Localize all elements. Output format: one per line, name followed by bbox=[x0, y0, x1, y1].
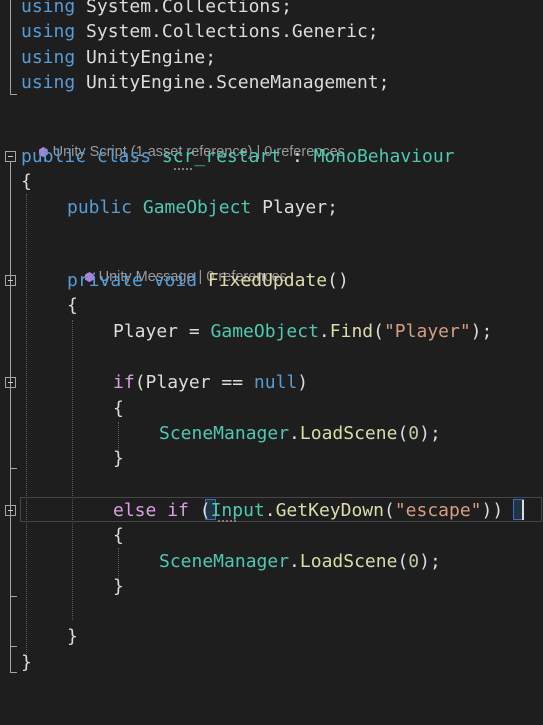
brace: { bbox=[113, 525, 124, 546]
keyword: private bbox=[67, 270, 143, 291]
namespace: UnityEngine; bbox=[75, 47, 217, 68]
number-literal: 0 bbox=[408, 551, 420, 572]
brace: } bbox=[67, 626, 78, 647]
method-name: FixedUpdate bbox=[207, 270, 328, 291]
namespace: UnityEngine.SceneManagement; bbox=[75, 72, 390, 93]
code-line[interactable]: using UnityEngine; bbox=[0, 45, 543, 70]
brace: } bbox=[113, 576, 124, 597]
punctuation: ); bbox=[419, 551, 441, 572]
punctuation: . bbox=[289, 551, 300, 572]
code-line[interactable]: if(Player == null) bbox=[0, 370, 543, 395]
namespace: System.Collections.Generic; bbox=[75, 21, 379, 42]
codelens-class[interactable]: ⬢ Unity Script (1 asset reference) | 0 re… bbox=[22, 122, 345, 160]
punctuation: ( bbox=[373, 321, 384, 342]
brace: } bbox=[21, 652, 32, 673]
base-type: MonoBehaviour bbox=[313, 146, 455, 167]
punctuation: ); bbox=[419, 423, 441, 444]
method-name: LoadScene bbox=[299, 423, 398, 444]
identifier: Player = bbox=[113, 321, 211, 342]
method-name: Find bbox=[329, 321, 374, 342]
code-editor[interactable]: using System.Collections; using System.C… bbox=[0, 0, 543, 686]
code-line[interactable]: } bbox=[0, 446, 543, 471]
class-name: scr_restart bbox=[161, 146, 282, 167]
punctuation: ) bbox=[481, 500, 493, 521]
condition: (Player == bbox=[134, 372, 254, 393]
number-literal: 0 bbox=[408, 423, 420, 444]
code-line[interactable]: { bbox=[0, 293, 543, 318]
brace: { bbox=[21, 171, 32, 192]
brace: { bbox=[113, 398, 124, 419]
punctuation: ( bbox=[199, 500, 211, 521]
control-keyword: else bbox=[113, 500, 157, 521]
keyword: class bbox=[86, 146, 162, 167]
punctuation: ); bbox=[470, 321, 493, 342]
method-name: LoadScene bbox=[299, 551, 398, 572]
code-line[interactable]: private void FixedUpdate() bbox=[0, 268, 543, 293]
keyword: using bbox=[21, 72, 76, 93]
code-line[interactable]: { bbox=[0, 523, 543, 548]
text-cursor bbox=[522, 500, 524, 520]
code-line[interactable]: SceneManager.LoadScene(0); bbox=[0, 421, 543, 446]
code-line[interactable]: public GameObject Player; bbox=[0, 195, 543, 220]
code-line[interactable]: { bbox=[0, 396, 543, 421]
keyword: using bbox=[21, 0, 76, 17]
keyword: using bbox=[21, 21, 76, 42]
punctuation: () bbox=[327, 270, 349, 291]
keyword: void bbox=[142, 270, 208, 291]
code-line[interactable]: using UnityEngine.SceneManagement; bbox=[0, 70, 543, 95]
namespace: System.Collections; bbox=[75, 0, 292, 17]
code-line[interactable]: } bbox=[0, 574, 543, 599]
suggestion-dots bbox=[218, 517, 236, 522]
punctuation: ) bbox=[492, 500, 504, 521]
string-literal: "Player" bbox=[383, 321, 471, 342]
field-name: Player; bbox=[251, 197, 338, 218]
type-name: SceneManager bbox=[159, 551, 290, 572]
keyword: public bbox=[21, 146, 87, 167]
control-keyword: if bbox=[156, 500, 189, 521]
punctuation: ( bbox=[397, 423, 409, 444]
code-line[interactable]: public class scr_restart : MonoBehaviour bbox=[0, 144, 543, 169]
code-line[interactable]: SceneManager.LoadScene(0); bbox=[0, 549, 543, 574]
type-name: GameObject bbox=[142, 197, 252, 218]
punctuation: ( bbox=[383, 500, 395, 521]
method-name: GetKeyDown bbox=[275, 500, 384, 521]
code-line[interactable]: } bbox=[0, 624, 543, 649]
keyword: null bbox=[253, 372, 298, 393]
code-line[interactable]: Player = GameObject.Find("Player"); bbox=[0, 319, 543, 344]
code-line[interactable]: } bbox=[0, 650, 543, 675]
punctuation: : bbox=[281, 146, 314, 167]
brace: } bbox=[113, 448, 124, 469]
punctuation: . bbox=[289, 423, 300, 444]
punctuation: ( bbox=[397, 551, 409, 572]
punctuation: . bbox=[318, 321, 330, 342]
brace: { bbox=[67, 295, 78, 316]
punctuation: . bbox=[264, 500, 276, 521]
punctuation: ) bbox=[297, 372, 309, 393]
code-line[interactable]: using System.Collections.Generic; bbox=[0, 19, 543, 44]
keyword: using bbox=[21, 47, 76, 68]
codelens-method[interactable]: ⬢ Unity Message | 0 references bbox=[68, 247, 287, 285]
code-line[interactable]: { bbox=[0, 169, 543, 194]
code-line[interactable]: else if (Input.GetKeyDown("escape")) bbox=[0, 498, 543, 523]
code-line[interactable]: using System.Collections; bbox=[0, 0, 543, 19]
keyword: public bbox=[67, 197, 133, 218]
type-name: GameObject bbox=[210, 321, 319, 342]
type-name: SceneManager bbox=[159, 423, 290, 444]
string-literal: "escape" bbox=[394, 500, 482, 521]
control-keyword: if bbox=[113, 372, 135, 393]
